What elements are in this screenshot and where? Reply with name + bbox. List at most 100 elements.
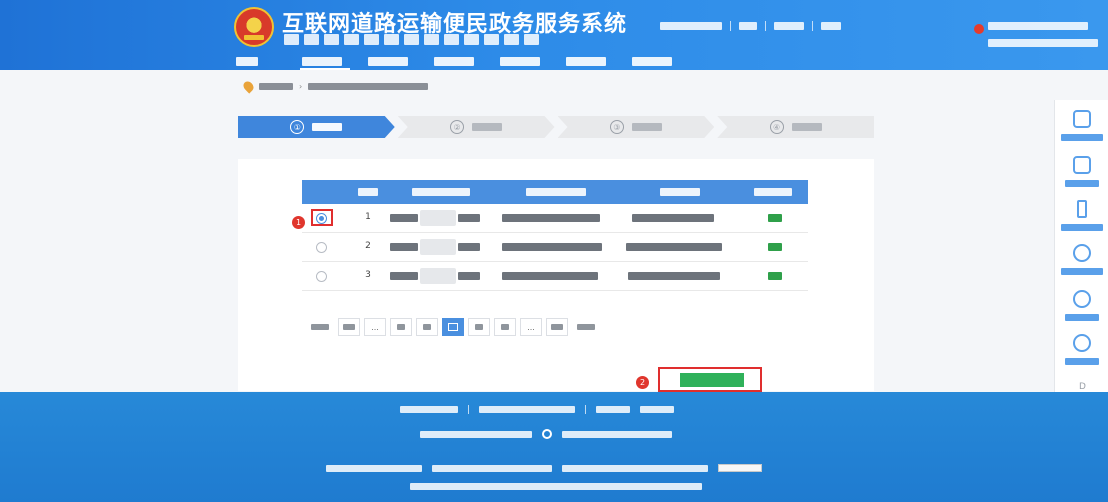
header-issuing-authority (620, 180, 740, 204)
status-badge (768, 271, 782, 280)
pagination-prev[interactable] (306, 318, 334, 336)
row-issuing-authority (620, 262, 740, 291)
site-slogan (284, 34, 584, 46)
step-4: ④ (717, 116, 874, 138)
row-cert-no (390, 233, 492, 262)
step-number: ③ (610, 120, 624, 134)
top-link-portal[interactable] (660, 22, 722, 30)
row-select[interactable] (302, 204, 346, 233)
header-business-scope (492, 180, 620, 204)
nav-info-query[interactable] (490, 54, 556, 70)
pagination-first[interactable] (338, 318, 360, 336)
pagination-page[interactable] (390, 318, 412, 336)
document-icon (1073, 110, 1091, 128)
pagination-page[interactable] (468, 318, 490, 336)
step-number: ① (290, 120, 304, 134)
row-index: 3 (365, 269, 371, 280)
row-select[interactable] (302, 233, 346, 262)
row-radio[interactable] (316, 270, 327, 282)
step-2: ② (398, 116, 555, 138)
pagination-next[interactable] (572, 318, 600, 336)
nav-service-guide[interactable] (424, 54, 490, 70)
row-issuing-authority (620, 204, 740, 233)
gov-badge-icon[interactable] (718, 464, 762, 472)
breadcrumb-separator: › (299, 81, 303, 91)
footer-sponsor (420, 429, 672, 439)
footer-link[interactable] (479, 406, 575, 413)
side-contact[interactable] (1055, 332, 1108, 372)
gov-record[interactable] (432, 464, 552, 472)
side-one-stop[interactable] (1055, 108, 1108, 148)
step-progress: ① ② ③ ④ (238, 116, 874, 138)
table-row[interactable]: 1 (302, 204, 808, 233)
side-survey[interactable] (1055, 154, 1108, 194)
pagination-ellipsis: ... (364, 318, 386, 336)
row-business-scope (492, 233, 620, 262)
nav-home[interactable] (226, 54, 292, 70)
top-links (660, 20, 841, 32)
footer-links (400, 405, 674, 414)
site-footer (0, 392, 1108, 502)
step-marker-1: 1 (292, 216, 305, 229)
row-select[interactable] (302, 262, 346, 291)
nav-progress-query[interactable] (556, 54, 622, 70)
footer-records (326, 464, 762, 472)
table-row[interactable]: 3 (302, 262, 808, 291)
nav-personal[interactable] (292, 54, 358, 70)
portal-link[interactable] (988, 22, 1098, 56)
nav-enterprise[interactable] (358, 54, 424, 70)
header-select (302, 180, 346, 204)
row-cert-no (390, 204, 492, 233)
header-cert-no (390, 180, 492, 204)
floating-toolbar: D (1054, 100, 1108, 400)
step-marker-2: 2 (636, 376, 649, 389)
step-number: ④ (769, 120, 784, 134)
pagination-page[interactable] (494, 318, 516, 336)
header-status (740, 180, 808, 204)
step-label (632, 123, 662, 131)
status-badge (768, 213, 782, 222)
header-index (346, 180, 390, 204)
row-index: 2 (365, 240, 371, 251)
footer-link[interactable] (400, 406, 458, 413)
collapse-icon[interactable]: D (1079, 382, 1086, 392)
ministry-logo-icon (542, 429, 552, 439)
top-link-mobile[interactable] (739, 22, 757, 30)
row-status (740, 233, 808, 262)
step-number: ② (450, 120, 464, 134)
app-icon (1073, 244, 1091, 262)
top-link-user-center[interactable] (774, 22, 804, 30)
row-issuing-authority (620, 233, 740, 262)
top-link-logout[interactable] (821, 22, 841, 30)
tech-support (562, 464, 708, 472)
table-row[interactable]: 2 (302, 233, 808, 262)
next-step-button[interactable] (680, 373, 744, 387)
side-mobile[interactable] (1055, 198, 1108, 238)
pagination-ellipsis: ... (520, 318, 542, 336)
question-icon (1073, 290, 1091, 308)
breadcrumb-item-current (308, 82, 429, 90)
row-radio[interactable] (316, 241, 327, 253)
chat-icon (1073, 156, 1091, 174)
breadcrumb-item-personal[interactable] (259, 82, 293, 90)
side-faq[interactable] (1055, 288, 1108, 328)
footer-link[interactable] (596, 406, 630, 413)
pagination-page[interactable] (416, 318, 438, 336)
step-3: ③ (558, 116, 715, 138)
step-label (312, 123, 342, 131)
footer-link[interactable] (640, 406, 674, 413)
location-pin-icon (241, 78, 256, 94)
status-badge (768, 242, 782, 251)
highlight-box (311, 208, 333, 226)
breadcrumb: › (241, 78, 429, 94)
portal-dot-icon (974, 24, 984, 34)
icp-record[interactable] (326, 464, 422, 472)
row-status (740, 262, 808, 291)
pagination-current[interactable] (442, 318, 464, 336)
nav-download[interactable] (622, 54, 688, 70)
step-label (791, 123, 822, 131)
pagination-last[interactable] (546, 318, 568, 336)
table-header (302, 180, 808, 204)
side-app[interactable] (1055, 242, 1108, 282)
row-index: 1 (365, 211, 371, 222)
